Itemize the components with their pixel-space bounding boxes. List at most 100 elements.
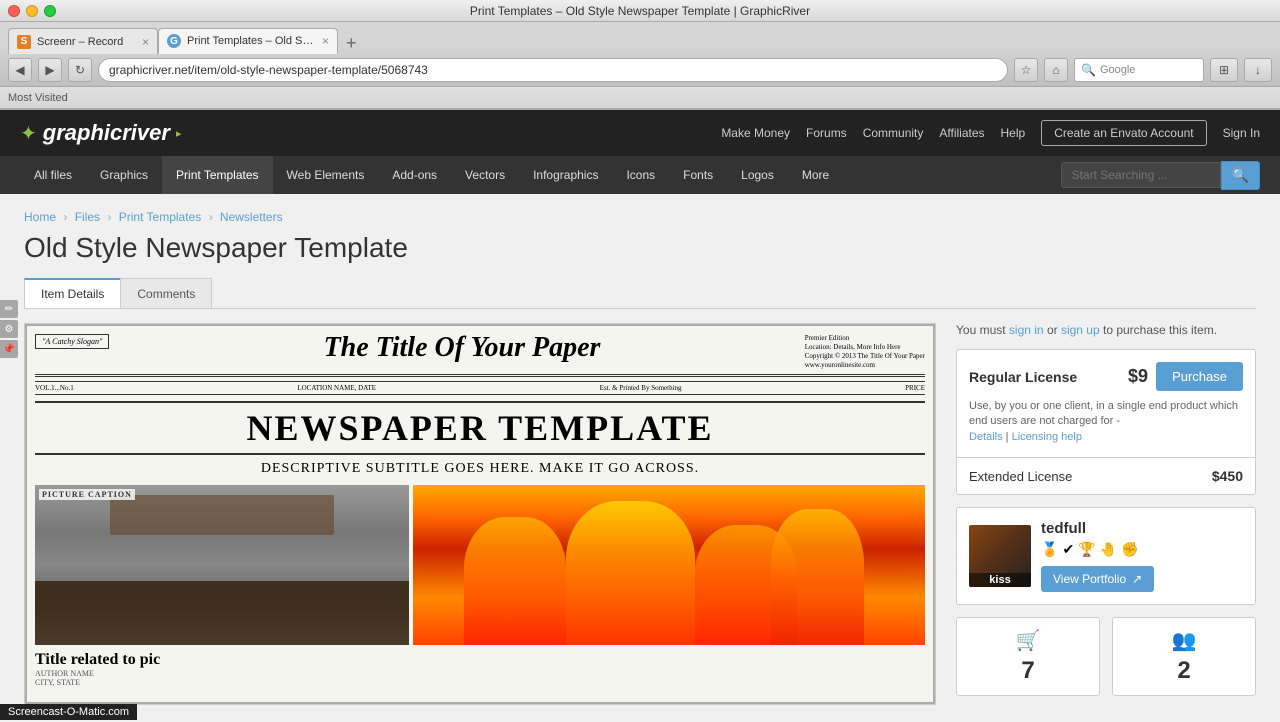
breadcrumb-sep1: › bbox=[63, 210, 70, 224]
tab-close-screenr[interactable]: × bbox=[142, 35, 149, 49]
home-button[interactable]: ⌂ bbox=[1044, 58, 1068, 82]
signin-button[interactable]: Sign In bbox=[1223, 126, 1260, 140]
np-author: AUTHOR NAME bbox=[35, 669, 925, 678]
most-visited-label[interactable]: Most Visited bbox=[8, 92, 68, 104]
extended-license: Extended License $450 bbox=[957, 458, 1255, 494]
followers-count: 2 bbox=[1177, 657, 1190, 685]
cat-web-elements[interactable]: Web Elements bbox=[273, 156, 379, 194]
nav-forums[interactable]: Forums bbox=[806, 126, 847, 140]
licensing-help-link[interactable]: Licensing help bbox=[1012, 431, 1082, 443]
minimize-button[interactable] bbox=[26, 5, 38, 17]
np-caption: PICTURE CAPTION bbox=[39, 489, 135, 500]
tab-screenr[interactable]: S Screenr – Record × bbox=[8, 28, 158, 54]
breadcrumb-home[interactable]: Home bbox=[24, 210, 56, 224]
badge-3: 🏆 bbox=[1078, 541, 1095, 558]
cat-vectors[interactable]: Vectors bbox=[451, 156, 519, 194]
header-nav: Make Money Forums Community Affiliates H… bbox=[721, 120, 1260, 146]
new-tab-button[interactable]: + bbox=[342, 33, 361, 54]
category-search-input[interactable] bbox=[1061, 162, 1221, 188]
np-article-title: Title related to pic AUTHOR NAME CITY, S… bbox=[35, 651, 925, 687]
window-title: Print Templates – Old Style Newspaper Te… bbox=[470, 4, 810, 18]
badge-5: ✊ bbox=[1121, 541, 1138, 558]
np-city: CITY, STATE bbox=[35, 678, 925, 687]
maximize-button[interactable] bbox=[44, 5, 56, 17]
np-est: Est. & Printed By Something bbox=[600, 384, 682, 392]
site-logo[interactable]: ✦ graphicriver ▸ bbox=[20, 120, 181, 146]
np-subhead: DESCRIPTIVE SUBTITLE GOES HERE. MAKE IT … bbox=[35, 461, 925, 477]
stat-sales: 🛒 7 bbox=[956, 617, 1100, 696]
license-description: Use, by you or one client, in a single e… bbox=[969, 399, 1243, 445]
cat-fonts[interactable]: Fonts bbox=[669, 156, 727, 194]
create-account-button[interactable]: Create an Envato Account bbox=[1041, 120, 1206, 146]
breadcrumb-sep3: › bbox=[209, 210, 216, 224]
license-box: Regular License $9 Purchase Use, by you … bbox=[956, 349, 1256, 495]
author-avatar[interactable]: kiss bbox=[969, 525, 1031, 587]
cat-print-templates[interactable]: Print Templates bbox=[162, 156, 272, 194]
author-badges: 🏅 ✔ 🏆 🤚 ✊ bbox=[1041, 541, 1243, 558]
right-sidebar: You must sign in or sign up to purchase … bbox=[956, 323, 1256, 705]
purchase-note: You must sign in or sign up to purchase … bbox=[956, 323, 1256, 337]
regular-license: Regular License $9 Purchase Use, by you … bbox=[957, 350, 1255, 458]
address-bar[interactable] bbox=[98, 58, 1008, 82]
back-button[interactable]: ◀ bbox=[8, 58, 32, 82]
tab-favicon-screenr: S bbox=[17, 35, 31, 49]
nav-community[interactable]: Community bbox=[863, 126, 924, 140]
side-tool-3[interactable]: 📌 bbox=[0, 340, 18, 358]
side-tools: ✏ ⚙ 📌 bbox=[0, 300, 18, 358]
author-box: kiss tedfull 🏅 ✔ 🏆 🤚 ✊ View Portfolio bbox=[956, 507, 1256, 605]
cat-logos[interactable]: Logos bbox=[727, 156, 788, 194]
downloads-button[interactable]: ↓ bbox=[1244, 58, 1272, 82]
cat-add-ons[interactable]: Add-ons bbox=[378, 156, 451, 194]
avatar-label: kiss bbox=[969, 573, 1031, 587]
side-tool-2[interactable]: ⚙ bbox=[0, 320, 18, 338]
sign-up-link[interactable]: sign up bbox=[1061, 323, 1100, 337]
google-icon: 🔍 bbox=[1081, 63, 1096, 77]
extended-price: $450 bbox=[1212, 468, 1243, 484]
np-vol: VOL.1...No.1 bbox=[35, 384, 74, 392]
portfolio-label: View Portfolio bbox=[1053, 572, 1126, 586]
page-content: ✏ ⚙ 📌 ✦ graphicriver ▸ Make Money Forums… bbox=[0, 110, 1280, 722]
tabs-bar: Item Details Comments bbox=[24, 278, 1256, 309]
os-titlebar: Print Templates – Old Style Newspaper Te… bbox=[0, 0, 1280, 22]
cat-all-files[interactable]: All files bbox=[20, 156, 86, 194]
nav-make-money[interactable]: Make Money bbox=[721, 126, 790, 140]
breadcrumb-newsletters[interactable]: Newsletters bbox=[220, 210, 283, 224]
close-button[interactable] bbox=[8, 5, 20, 17]
bookmark-button[interactable]: ☆ bbox=[1014, 58, 1038, 82]
author-info: tedfull 🏅 ✔ 🏆 🤚 ✊ View Portfolio ↗ bbox=[1041, 520, 1243, 592]
forward-button[interactable]: ▶ bbox=[38, 58, 62, 82]
breadcrumb-print-templates[interactable]: Print Templates bbox=[119, 210, 201, 224]
view-portfolio-button[interactable]: View Portfolio ↗ bbox=[1041, 566, 1154, 592]
side-tool-1[interactable]: ✏ bbox=[0, 300, 18, 318]
product-image: "A Catchy Slogan" The Title Of Your Pape… bbox=[24, 323, 936, 705]
tab-title-graphicriver: Print Templates – Old Style Ne... bbox=[187, 35, 316, 47]
newspaper-preview: "A Catchy Slogan" The Title Of Your Pape… bbox=[25, 324, 935, 704]
tab-graphicriver[interactable]: G Print Templates – Old Style Ne... × bbox=[158, 28, 338, 54]
sign-in-link[interactable]: sign in bbox=[1009, 323, 1044, 337]
reload-button[interactable]: ↻ bbox=[68, 58, 92, 82]
browser-chrome: S Screenr – Record × G Print Templates –… bbox=[0, 22, 1280, 110]
cat-more[interactable]: More bbox=[788, 156, 843, 194]
np-headline: NEWSPAPER TEMPLATE bbox=[35, 401, 925, 455]
purchase-button[interactable]: Purchase bbox=[1156, 362, 1243, 391]
stats-row: 🛒 7 👥 2 bbox=[956, 617, 1256, 696]
cat-icons[interactable]: Icons bbox=[612, 156, 669, 194]
nav-affiliates[interactable]: Affiliates bbox=[939, 126, 984, 140]
cat-graphics[interactable]: Graphics bbox=[86, 156, 162, 194]
extensions-button[interactable]: ⊞ bbox=[1210, 58, 1238, 82]
regular-license-name: Regular License bbox=[969, 369, 1077, 385]
cat-infographics[interactable]: Infographics bbox=[519, 156, 612, 194]
regular-price: $9 bbox=[1128, 366, 1148, 387]
author-name: tedfull bbox=[1041, 520, 1243, 537]
tab-item-details[interactable]: Item Details bbox=[24, 278, 121, 308]
tab-comments[interactable]: Comments bbox=[120, 278, 212, 308]
category-search-button[interactable]: 🔍 bbox=[1221, 161, 1260, 190]
np-title: The Title Of Your Paper bbox=[119, 334, 804, 362]
nav-help[interactable]: Help bbox=[1001, 126, 1026, 140]
np-price: PRICE bbox=[905, 384, 925, 392]
stat-followers: 👥 2 bbox=[1112, 617, 1256, 696]
tab-close-graphicriver[interactable]: × bbox=[322, 34, 329, 48]
site-header: ✦ graphicriver ▸ Make Money Forums Commu… bbox=[0, 110, 1280, 156]
details-link[interactable]: Details bbox=[969, 431, 1003, 443]
breadcrumb-files[interactable]: Files bbox=[75, 210, 100, 224]
